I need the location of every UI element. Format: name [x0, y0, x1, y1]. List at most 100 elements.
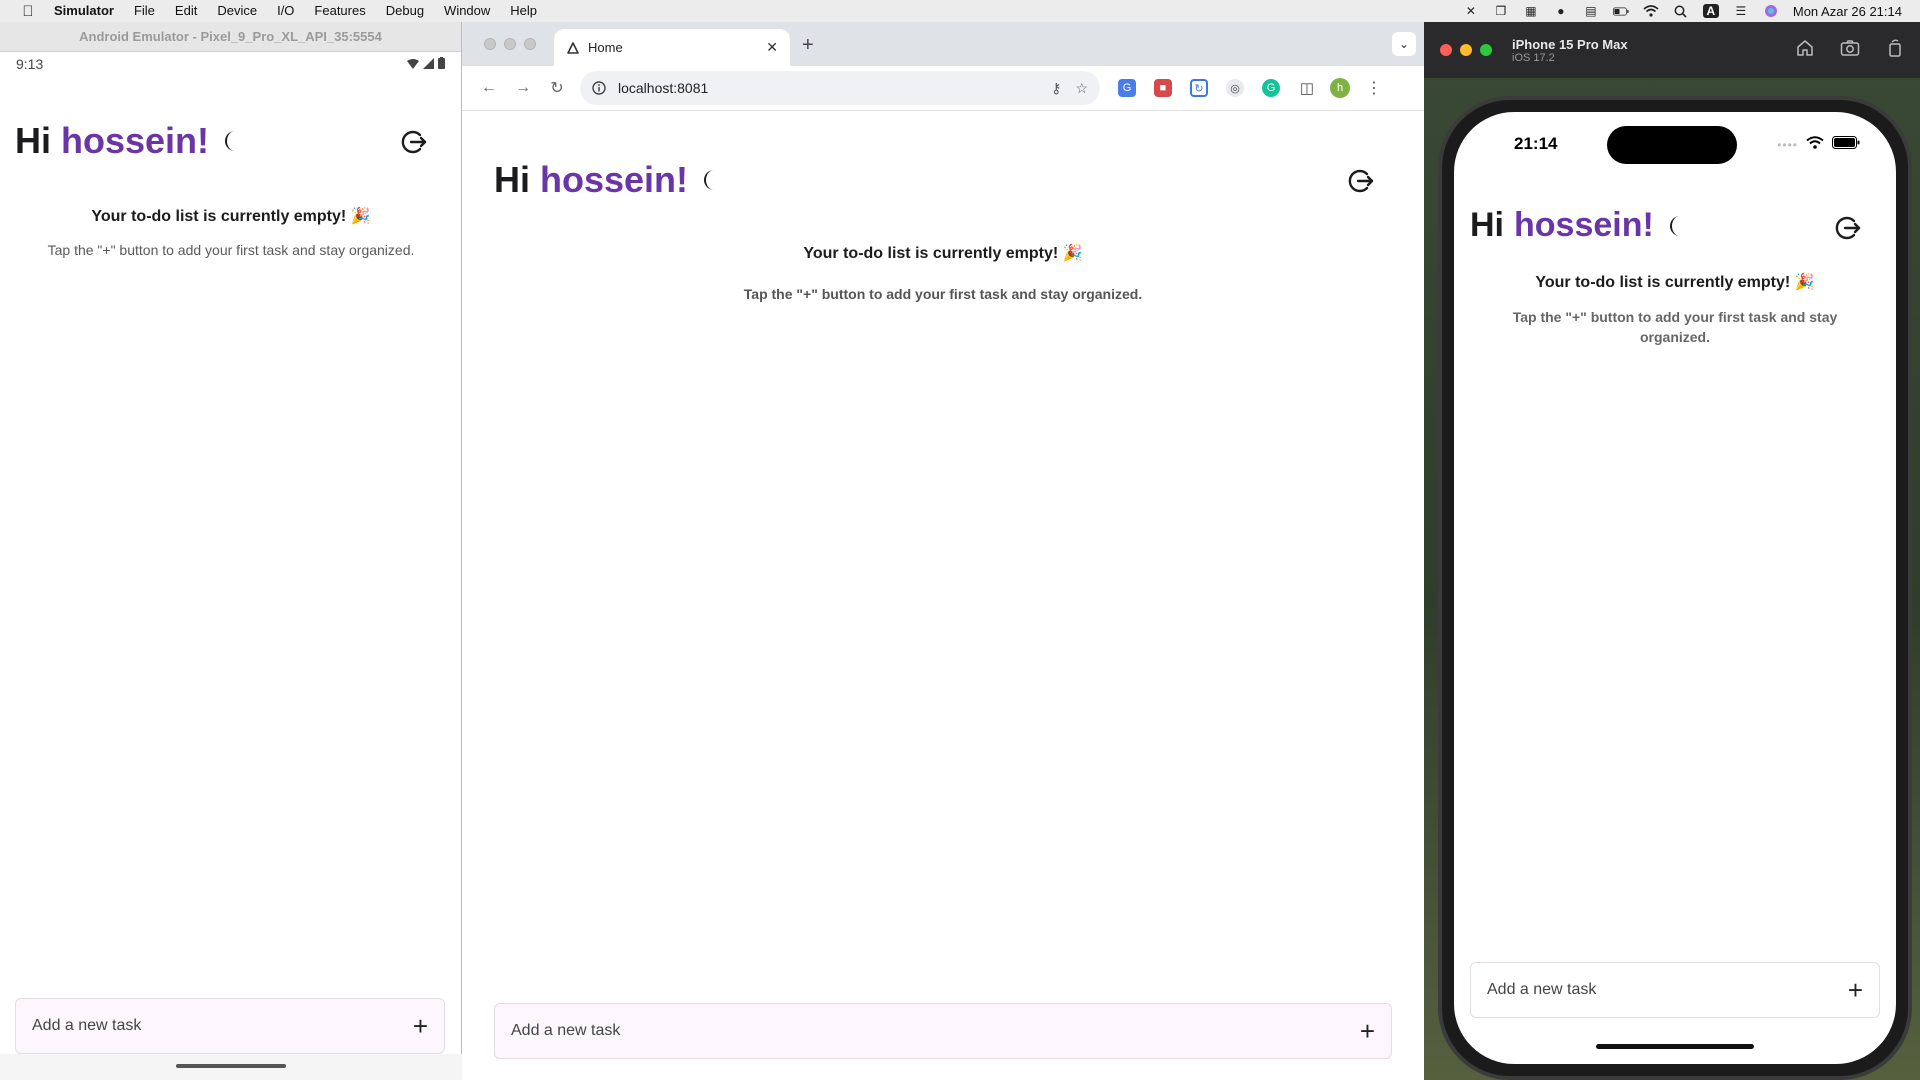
bookmark-star-icon[interactable]: ☆: [1075, 80, 1088, 97]
zoom-window-button[interactable]: [524, 38, 536, 50]
picture-extension-icon[interactable]: ■: [1154, 79, 1172, 97]
search-icon[interactable]: [1673, 4, 1689, 18]
logout-icon[interactable]: [400, 128, 428, 156]
greeting-header: Hi hossein!: [1470, 206, 1684, 245]
minimize-window-button[interactable]: [1460, 44, 1472, 56]
tab-title: Home: [588, 40, 623, 55]
apple-menu-icon[interactable]: : [18, 3, 38, 20]
extensions-area: G ■ ↻ ◎ G ◫: [1118, 79, 1316, 97]
add-task-plus-button[interactable]: +: [413, 1011, 428, 1042]
empty-state-title: Your to-do list is currently empty! 🎉: [803, 245, 1083, 262]
browser-tab-home[interactable]: Home ✕: [554, 29, 790, 66]
menu-window[interactable]: Window: [434, 0, 500, 22]
add-task-input[interactable]: Add a new task: [1487, 981, 1596, 999]
rotate-icon[interactable]: [1886, 39, 1904, 62]
input-source-icon[interactable]: A: [1702, 4, 1719, 18]
sync-extension-icon[interactable]: ↻: [1190, 79, 1208, 97]
grammarly-icon[interactable]: ●: [1553, 4, 1569, 18]
dark-mode-moon-icon[interactable]: [702, 169, 718, 191]
tab-search-chevron-icon[interactable]: ⌄: [1392, 32, 1416, 56]
close-window-button[interactable]: [1440, 44, 1452, 56]
battery-icon: [438, 56, 445, 72]
profile-avatar[interactable]: h: [1330, 78, 1350, 98]
iphone-frame: 21:14 •••• Hi hossein! Your to-do list i…: [1438, 96, 1912, 1080]
menu-app-name[interactable]: Simulator: [44, 0, 124, 22]
close-tab-icon[interactable]: ✕: [766, 39, 778, 56]
android-app-screen: Hi hossein! Your to-do list is currently…: [0, 76, 461, 1080]
menu-file[interactable]: File: [124, 0, 165, 22]
ios-os-version: iOS 17.2: [1512, 51, 1555, 64]
macos-menu-bar:  Simulator File Edit Device I/O Feature…: [0, 0, 1920, 22]
greeting-hi: Hi: [15, 120, 51, 161]
add-task-bar[interactable]: Add a new task +: [494, 1003, 1392, 1059]
stack-icon[interactable]: ▦: [1523, 4, 1539, 18]
window-icon[interactable]: ❐: [1493, 4, 1509, 18]
window-controls: [484, 38, 536, 50]
control-center-icon[interactable]: ☰: [1733, 4, 1749, 18]
add-task-input[interactable]: Add a new task: [511, 1022, 620, 1040]
screenshot-camera-icon[interactable]: [1840, 39, 1860, 62]
add-task-plus-button[interactable]: +: [1360, 1016, 1375, 1047]
menu-status-area: ✕ ❐ ▦ ● ▤ A ☰ Mon Azar 26 21:14: [1463, 4, 1902, 19]
menu-device[interactable]: Device: [207, 0, 267, 22]
menu-datetime[interactable]: Mon Azar 26 21:14: [1793, 4, 1902, 19]
dark-mode-moon-icon[interactable]: [1668, 215, 1684, 237]
password-key-icon[interactable]: ⚷: [1051, 80, 1061, 97]
home-indicator[interactable]: [1596, 1044, 1754, 1049]
translate-extension-icon[interactable]: G: [1118, 79, 1136, 97]
empty-state-title: Your to-do list is currently empty! 🎉: [91, 208, 371, 225]
zoom-window-button[interactable]: [1480, 44, 1492, 56]
add-task-plus-button[interactable]: +: [1848, 975, 1863, 1006]
minimize-window-button[interactable]: [504, 38, 516, 50]
wifi-icon: [407, 56, 419, 72]
browser-window: Home ✕ + ⌄ ← → ↻ localhost:8081 ⚷ ☆ G ■ …: [462, 22, 1424, 1080]
add-task-bar[interactable]: Add a new task +: [1470, 962, 1880, 1018]
browser-menu-icon[interactable]: ⋮: [1366, 78, 1382, 98]
tools-icon[interactable]: ✕: [1463, 4, 1479, 18]
iphone-screen: 21:14 •••• Hi hossein! Your to-do list i…: [1454, 112, 1896, 1064]
forward-arrow-icon[interactable]: →: [506, 79, 540, 97]
greeting-header: Hi hossein!: [15, 120, 239, 162]
menu-features[interactable]: Features: [304, 0, 375, 22]
siri-icon[interactable]: [1763, 4, 1779, 18]
android-status-time: 9:13: [16, 56, 44, 72]
empty-state-subtitle: Tap the "+" button to add your first tas…: [1512, 309, 1838, 345]
url-text[interactable]: localhost:8081: [618, 80, 708, 96]
logout-icon[interactable]: [1834, 214, 1862, 242]
mouse-extension-icon[interactable]: ◎: [1226, 79, 1244, 97]
menu-debug[interactable]: Debug: [376, 0, 434, 22]
battery-icon[interactable]: [1612, 4, 1629, 18]
home-icon[interactable]: [1796, 39, 1814, 62]
browser-tab-strip: Home ✕ + ⌄: [462, 22, 1424, 66]
greeting-username: hossein!: [540, 159, 689, 200]
wifi-icon[interactable]: [1643, 4, 1659, 18]
dark-mode-moon-icon[interactable]: [223, 130, 239, 152]
menu-edit[interactable]: Edit: [165, 0, 207, 22]
ios-toolbar-icons: [1796, 39, 1904, 62]
ios-simulator-window: iPhone 15 Pro Max iOS 17.2 21:14 •••• Hi…: [1424, 22, 1920, 1080]
extensions-puzzle-icon[interactable]: ◫: [1298, 79, 1316, 97]
empty-state-subtitle: Tap the "+" button to add your first tas…: [743, 286, 1143, 302]
ios-app-screen: Hi hossein! Your to-do list is currently…: [1454, 112, 1896, 1064]
web-app-screen: Hi hossein! Your to-do list is currently…: [462, 111, 1424, 1080]
site-info-icon[interactable]: [592, 81, 606, 95]
add-task-input[interactable]: Add a new task: [32, 1017, 141, 1035]
menu-io[interactable]: I/O: [267, 0, 304, 22]
reload-icon[interactable]: ↻: [540, 78, 574, 98]
grammarly-extension-icon[interactable]: G: [1262, 79, 1280, 97]
keyboard-icon[interactable]: ▤: [1583, 4, 1599, 18]
expo-favicon-icon: [566, 41, 580, 55]
menu-help[interactable]: Help: [500, 0, 547, 22]
add-task-bar[interactable]: Add a new task +: [15, 998, 445, 1054]
back-arrow-icon[interactable]: ←: [472, 79, 506, 97]
greeting-username: hossein!: [61, 120, 210, 161]
android-gesture-handle[interactable]: [176, 1064, 286, 1068]
logout-icon[interactable]: [1347, 167, 1375, 195]
ios-device-title: iPhone 15 Pro Max iOS 17.2: [1512, 37, 1628, 64]
address-bar[interactable]: localhost:8081 ⚷ ☆: [580, 71, 1100, 105]
greeting-username: hossein!: [1514, 206, 1654, 244]
close-window-button[interactable]: [484, 38, 496, 50]
new-tab-button[interactable]: +: [802, 34, 814, 57]
window-controls: [1440, 44, 1492, 56]
ios-simulator-titlebar: iPhone 15 Pro Max iOS 17.2: [1424, 22, 1920, 78]
